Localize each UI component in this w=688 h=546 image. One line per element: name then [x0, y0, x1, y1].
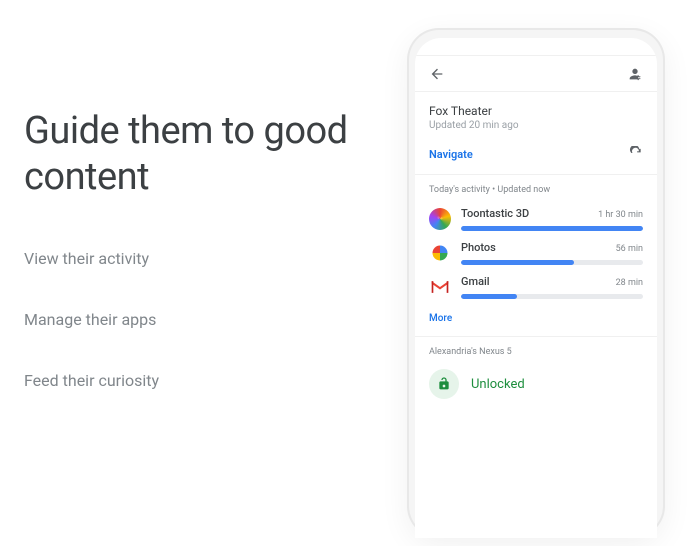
status-bar — [415, 38, 657, 56]
page-headline: Guide them to good content — [24, 108, 364, 201]
device-card: Alexandria's Nexus 5 Unlocked — [415, 337, 657, 413]
menu-feed-curiosity[interactable]: Feed their curiosity — [24, 371, 364, 390]
device-status-label: Unlocked — [471, 377, 525, 392]
unlocked-icon — [429, 369, 459, 399]
usage-bar-fill — [461, 226, 643, 231]
usage-bar-fill — [461, 294, 517, 299]
toontastic-icon — [429, 208, 451, 230]
app-row-photos[interactable]: Photos 56 min — [415, 235, 657, 269]
activity-header: Today's activity • Updated now — [415, 175, 657, 201]
profile-settings-icon[interactable] — [627, 66, 643, 82]
activity-card: Today's activity • Updated now Toontasti… — [415, 175, 657, 337]
location-title: Fox Theater — [429, 104, 643, 118]
usage-bar — [461, 226, 643, 231]
menu-manage-apps[interactable]: Manage their apps — [24, 310, 364, 329]
usage-bar — [461, 260, 643, 265]
app-time: 56 min — [616, 244, 643, 254]
photos-icon — [429, 242, 451, 264]
more-link[interactable]: More — [415, 303, 657, 337]
location-card: Fox Theater Updated 20 min ago Navigate — [415, 92, 657, 175]
app-time: 28 min — [616, 278, 643, 288]
phone-frame: Fox Theater Updated 20 min ago Navigate … — [407, 28, 665, 538]
gmail-icon — [429, 276, 451, 298]
device-header: Alexandria's Nexus 5 — [415, 337, 657, 365]
refresh-icon[interactable] — [629, 145, 643, 164]
usage-bar — [461, 294, 643, 299]
app-name: Photos — [461, 241, 496, 254]
back-icon[interactable] — [429, 66, 445, 82]
app-name: Gmail — [461, 275, 490, 288]
navigate-link[interactable]: Navigate — [429, 148, 473, 161]
app-time: 1 hr 30 min — [598, 210, 643, 220]
location-subtitle: Updated 20 min ago — [429, 120, 643, 131]
app-row-toontastic[interactable]: Toontastic 3D 1 hr 30 min — [415, 201, 657, 235]
app-row-gmail[interactable]: Gmail 28 min — [415, 269, 657, 303]
phone-screen: Fox Theater Updated 20 min ago Navigate … — [415, 38, 657, 538]
app-name: Toontastic 3D — [461, 207, 529, 220]
app-topbar — [415, 56, 657, 92]
usage-bar-fill — [461, 260, 574, 265]
device-status-row[interactable]: Unlocked — [415, 365, 657, 413]
menu-view-activity[interactable]: View their activity — [24, 249, 364, 268]
